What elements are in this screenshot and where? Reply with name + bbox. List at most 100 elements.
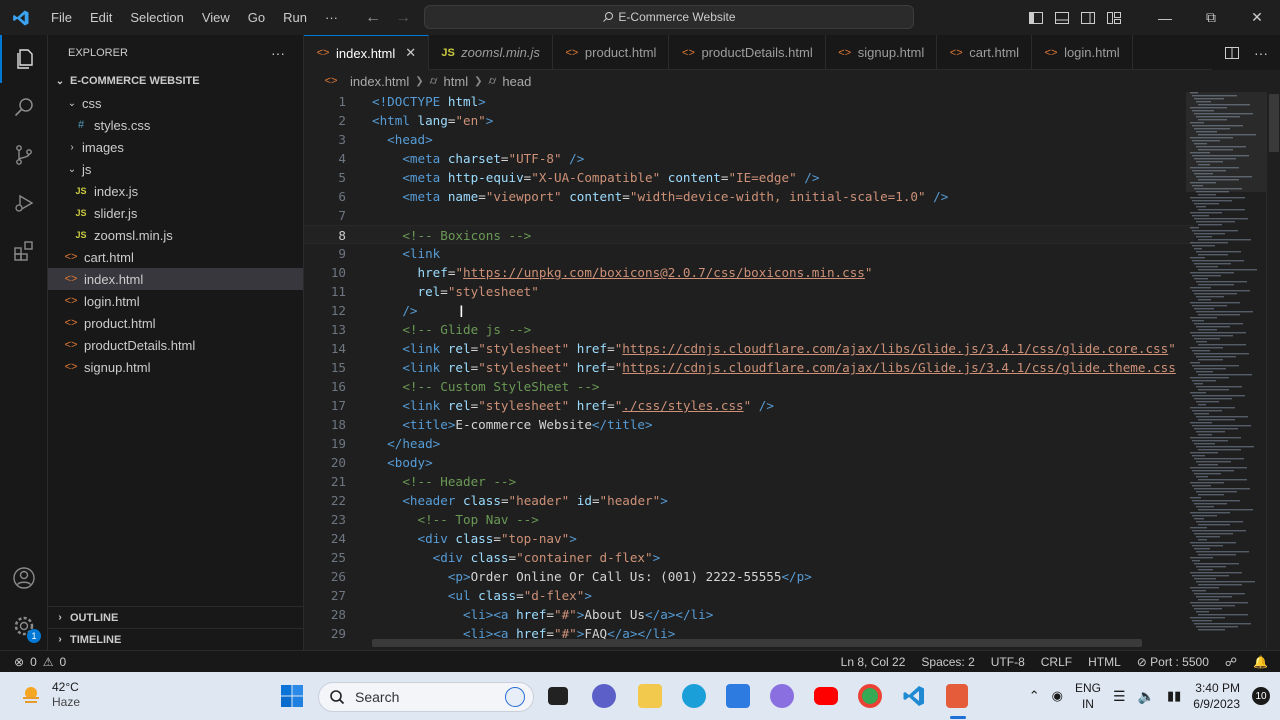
tree-file[interactable]: <> login.html — [48, 290, 303, 312]
cursor-position[interactable]: Ln 8, Col 22 — [841, 655, 906, 669]
vscode-taskbar-icon[interactable] — [902, 684, 926, 708]
editor-tab[interactable]: JS zoomsl.min.js — [429, 35, 553, 70]
toggle-secondary-sidebar-icon[interactable] — [1080, 10, 1096, 26]
horizontal-scrollbar[interactable] — [372, 639, 1142, 647]
code-line[interactable]: 12 /> — [304, 301, 1194, 320]
accounts-icon[interactable] — [0, 554, 48, 602]
language-indicator[interactable]: ENG IN — [1075, 680, 1101, 712]
close-window-icon[interactable]: ✕ — [1234, 0, 1280, 35]
code-line[interactable]: 18 <title>E-commerce Website</title> — [304, 415, 1194, 434]
editor-tab[interactable]: <> login.html — [1032, 35, 1133, 70]
snipping-tool-icon[interactable] — [946, 684, 968, 708]
menu-run[interactable]: Run — [274, 0, 316, 35]
code-line[interactable]: 13 <!-- Glide js --> — [304, 320, 1194, 339]
code-line[interactable]: 11 rel="stylesheet" — [304, 282, 1194, 301]
accounts-status-icon[interactable]: ☍ — [1225, 655, 1237, 669]
forward-arrow-icon[interactable]: → — [395, 9, 411, 27]
end-of-line[interactable]: CRLF — [1041, 655, 1072, 669]
code-line[interactable]: 16 <!-- Custom StyleSheet --> — [304, 377, 1194, 396]
notifications-bell-icon[interactable]: 🔔 — [1253, 655, 1268, 669]
explorer-more-icon[interactable]: ··· — [271, 45, 285, 61]
tree-file[interactable]: <> cart.html — [48, 246, 303, 268]
tree-file[interactable]: <> index.html — [48, 268, 303, 290]
task-view-icon[interactable] — [548, 687, 568, 705]
code-line[interactable]: 10 href="https://unpkg.com/boxicons@2.0.… — [304, 263, 1194, 282]
split-editor-icon[interactable] — [1224, 45, 1240, 61]
close-tab-icon[interactable]: ✕ — [405, 45, 416, 61]
code-line[interactable]: 4 <meta charset="UTF-8" /> — [304, 149, 1194, 168]
timeline-section[interactable]: › TIMELINE — [48, 628, 303, 650]
tree-file[interactable]: <> signup.html — [48, 356, 303, 378]
volume-icon[interactable]: 🔈 — [1138, 688, 1155, 705]
breadcrumb-file[interactable]: index.html — [350, 74, 409, 89]
code-line[interactable]: 2 <html lang="en"> — [304, 111, 1194, 130]
source-control-icon[interactable] — [0, 131, 48, 179]
tree-folder[interactable]: › images — [48, 136, 303, 158]
code-line[interactable]: 22 <header class="header" id="header"> — [304, 491, 1194, 510]
menu-file[interactable]: File — [42, 0, 81, 35]
copilot-icon[interactable] — [770, 684, 794, 708]
code-line[interactable]: 21 <!-- Header --> — [304, 472, 1194, 491]
restore-icon[interactable]: ⧉ — [1188, 0, 1234, 35]
editor-more-icon[interactable]: ··· — [1254, 45, 1268, 61]
minimize-icon[interactable]: — — [1142, 0, 1188, 35]
extensions-icon[interactable] — [0, 227, 48, 275]
tree-file[interactable]: # styles.css — [48, 114, 303, 136]
project-folder[interactable]: ⌄ E-COMMERCE WEBSITE — [48, 70, 303, 92]
start-icon[interactable] — [280, 684, 304, 708]
code-line[interactable]: 3 <head> — [304, 130, 1194, 149]
code-line[interactable]: 17 <link rel="stylesheet" href="./css/st… — [304, 396, 1194, 415]
editor-tab[interactable]: <> signup.html — [826, 35, 938, 70]
vertical-scrollbar[interactable] — [1266, 92, 1280, 647]
weather-widget[interactable]: 42°C Haze — [20, 680, 80, 710]
code-line[interactable]: 6 <meta name="viewport" content="width=d… — [304, 187, 1194, 206]
editor-tab[interactable]: <> productDetails.html — [669, 35, 826, 70]
tree-folder[interactable]: ⌄ css — [48, 92, 303, 114]
code-line[interactable]: 25 <div class="container d-flex"> — [304, 548, 1194, 567]
outline-section[interactable]: › OUTLINE — [48, 606, 303, 628]
breadcrumb-html[interactable]: html — [444, 74, 469, 89]
youtube-icon[interactable] — [814, 687, 838, 705]
taskbar-search[interactable]: Search — [318, 682, 534, 712]
antivirus-icon[interactable]: ◉ — [1052, 688, 1063, 704]
battery-icon[interactable]: ▮▮ — [1167, 688, 1181, 704]
back-arrow-icon[interactable]: ← — [365, 9, 381, 27]
code-line[interactable]: 1 <!DOCTYPE html> — [304, 92, 1194, 111]
menu-view[interactable]: View — [193, 0, 239, 35]
search-icon[interactable] — [0, 83, 48, 131]
editor-tab[interactable]: <> product.html — [553, 35, 670, 70]
problems-indicator[interactable]: ⊗ 0 ⚠ 0 — [0, 655, 66, 669]
customize-layout-icon[interactable] — [1106, 10, 1122, 26]
manage-gear-icon[interactable]: 1 — [0, 602, 48, 650]
menu-selection[interactable]: Selection — [121, 0, 192, 35]
file-explorer-icon[interactable] — [638, 684, 662, 708]
toggle-panel-icon[interactable] — [1054, 10, 1070, 26]
clock[interactable]: 3:40 PM 6/9/2023 — [1193, 680, 1240, 712]
chat-icon[interactable] — [592, 684, 616, 708]
code-line[interactable]: 24 <div class="top-nav"> — [304, 529, 1194, 548]
run-debug-icon[interactable] — [0, 179, 48, 227]
code-line[interactable]: 19 </head> — [304, 434, 1194, 453]
code-line[interactable]: 26 <p>Order Online Or Call Us: (001) 222… — [304, 567, 1194, 586]
code-line[interactable]: 27 <ul class="d-flex"> — [304, 586, 1194, 605]
tree-folder[interactable]: ⌄ js — [48, 158, 303, 180]
code-line[interactable]: 20 <body> — [304, 453, 1194, 472]
tree-file[interactable]: <> productDetails.html — [48, 334, 303, 356]
edge-browser-icon[interactable] — [682, 684, 706, 708]
live-server-port[interactable]: ⊘ Port : 5500 — [1137, 655, 1209, 669]
tree-file[interactable]: JS slider.js — [48, 202, 303, 224]
language-mode[interactable]: HTML — [1088, 655, 1121, 669]
editor-tab[interactable]: <> index.html ✕ — [304, 35, 430, 70]
indentation[interactable]: Spaces: 2 — [921, 655, 974, 669]
code-editor[interactable]: 1 <!DOCTYPE html> 2 <html lang="en"> 3 <head… — [304, 92, 1194, 647]
tree-file[interactable]: JS index.js — [48, 180, 303, 202]
code-line[interactable]: 5 <meta http-equiv="X-UA-Compatible" con… — [304, 168, 1194, 187]
menu-go[interactable]: Go — [239, 0, 274, 35]
code-line[interactable]: 9 <link — [304, 244, 1194, 263]
code-line[interactable]: 8 <!-- Boxicons --> — [304, 225, 1194, 244]
code-line[interactable]: 28 <li><a href="#">About Us</a></li> — [304, 605, 1194, 624]
code-line[interactable]: 7 — [304, 206, 1194, 225]
toggle-primary-sidebar-icon[interactable] — [1028, 10, 1044, 26]
code-line[interactable]: 14 <link rel="stylesheet" href="https://… — [304, 339, 1194, 358]
breadcrumb-head[interactable]: head — [502, 74, 531, 89]
